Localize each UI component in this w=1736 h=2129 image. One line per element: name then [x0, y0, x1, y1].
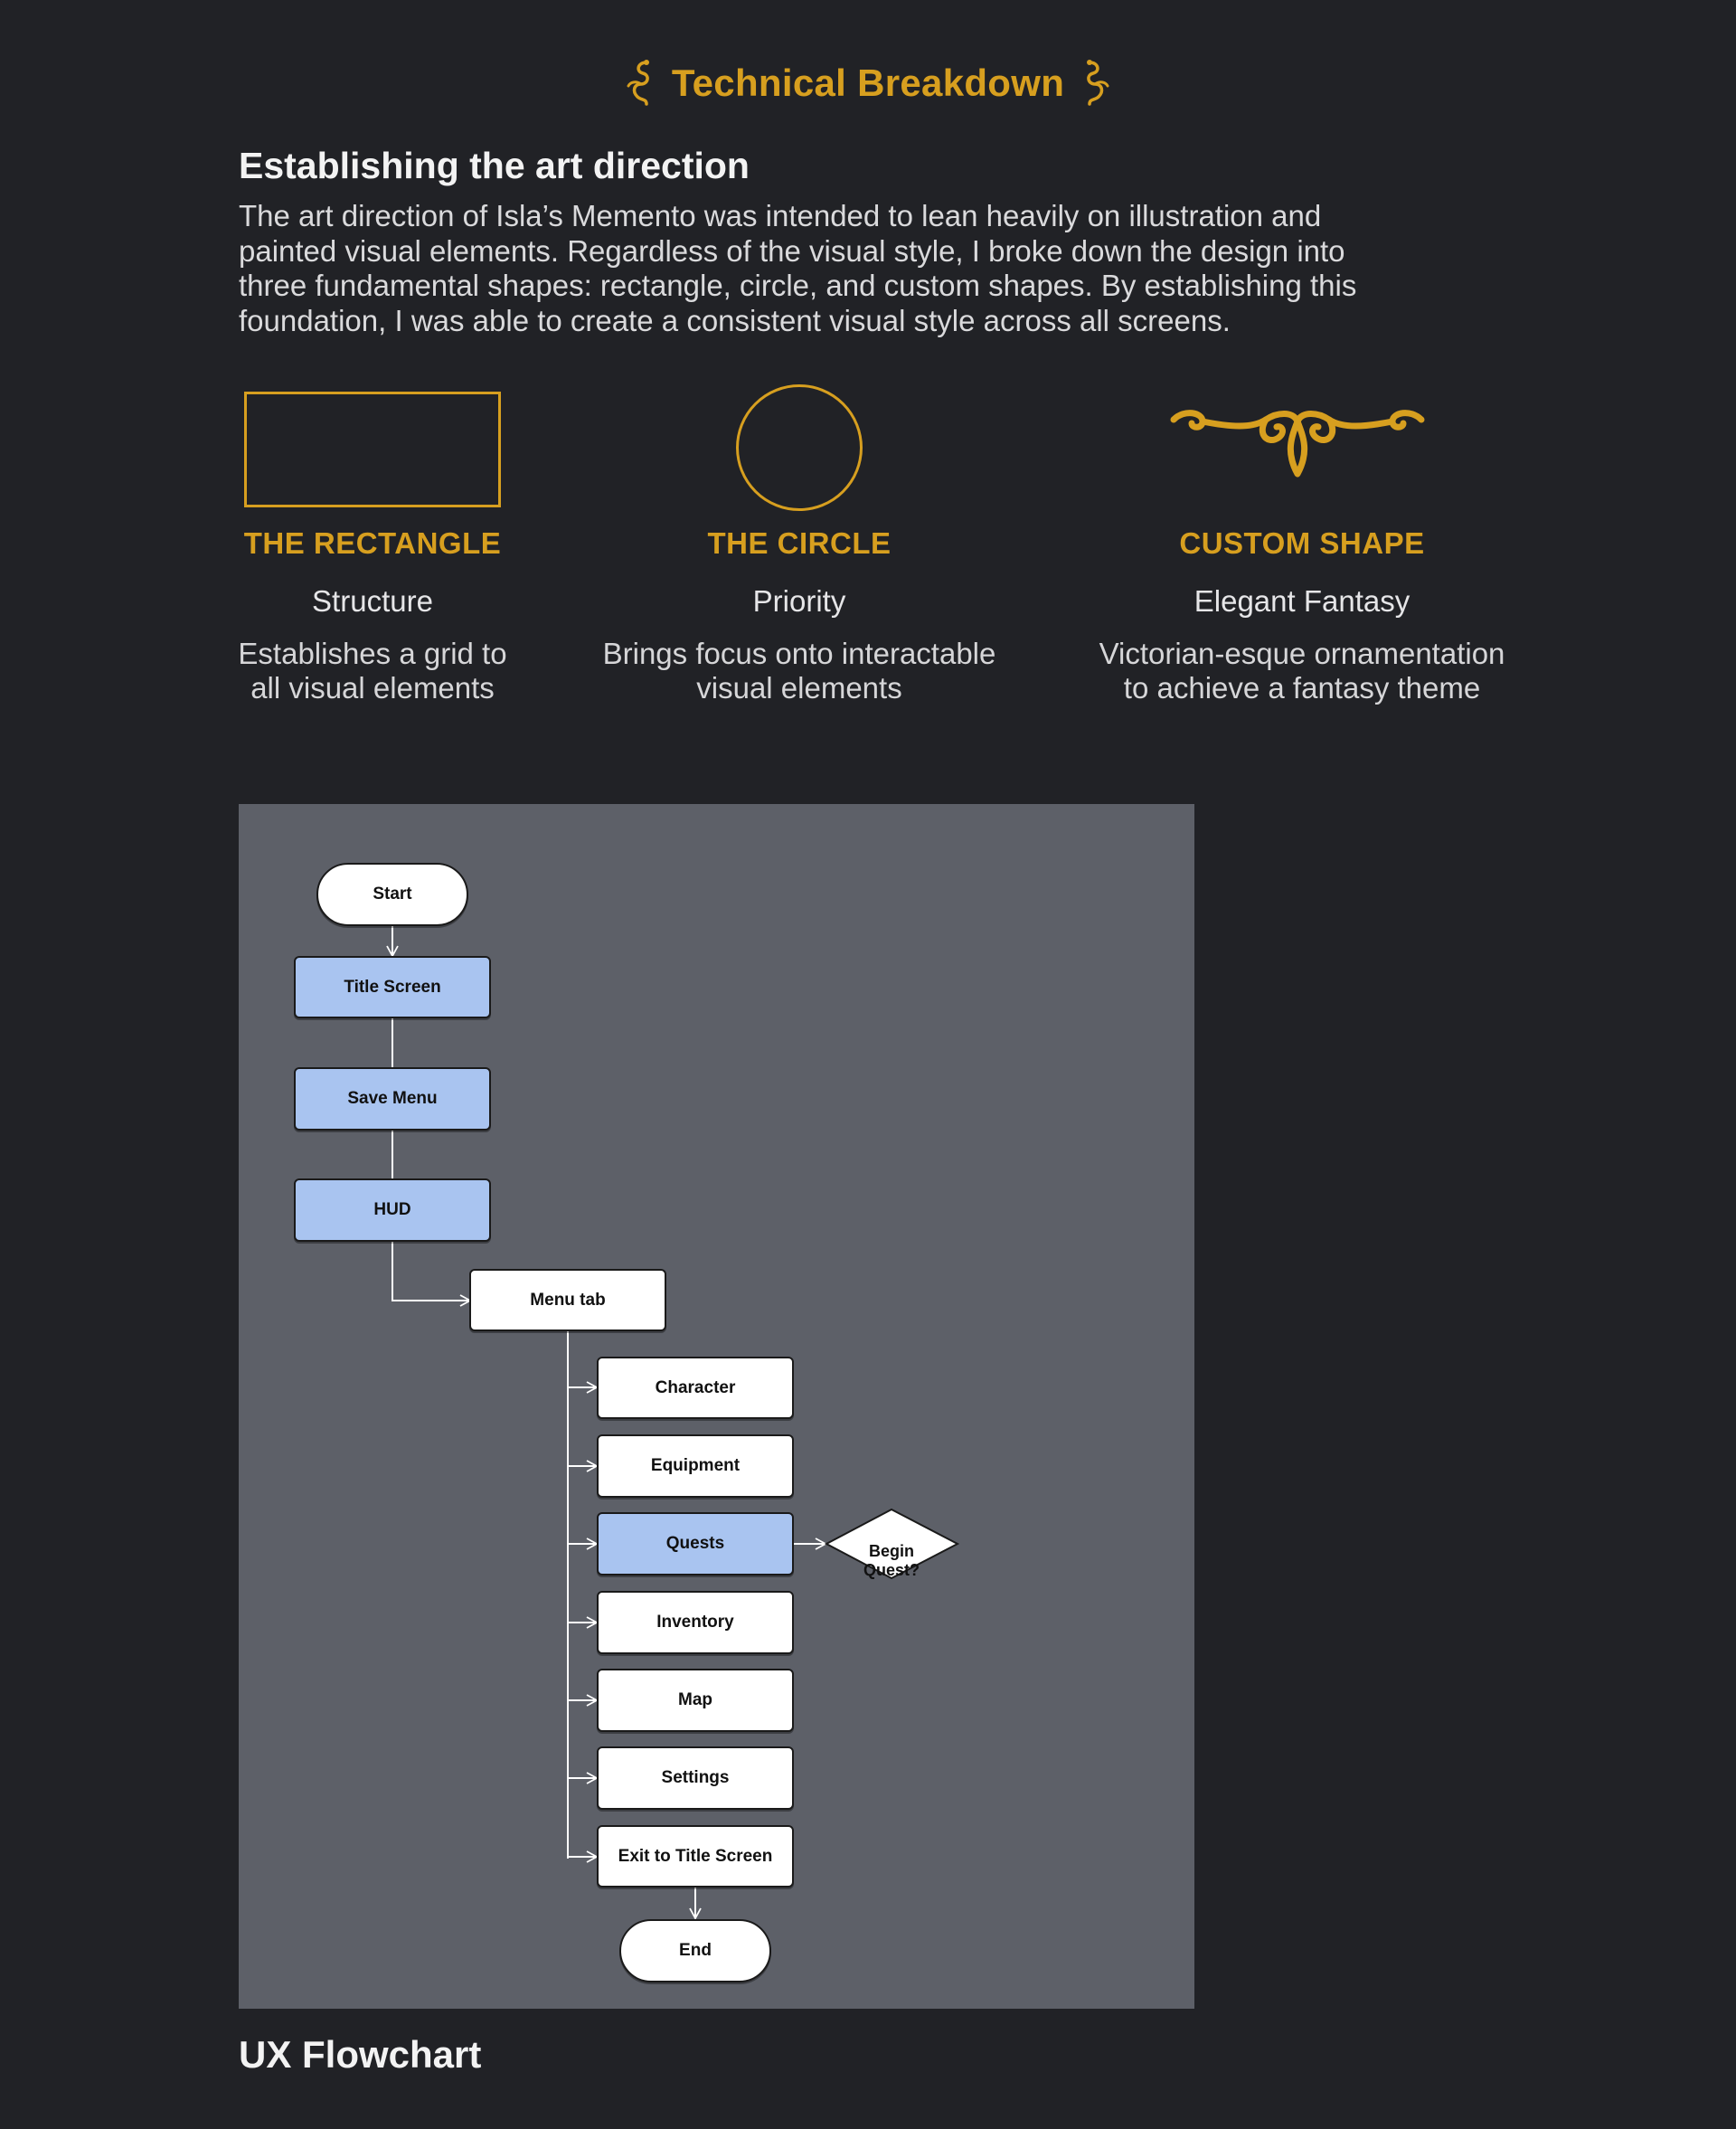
- column-description: Brings focus onto interactable visual el…: [573, 637, 1025, 705]
- node-label: Exit to Title Screen: [618, 1846, 773, 1866]
- custom-shape-column: CUSTOM SHAPE Elegant Fantasy Victorian-e…: [1058, 526, 1546, 705]
- description-line: visual elements: [696, 671, 902, 705]
- column-subtitle: Elegant Fantasy: [1194, 584, 1410, 618]
- intro-line: The art direction of Isla’s Memento was …: [239, 199, 1322, 232]
- section-heading: Establishing the art direction: [239, 145, 750, 186]
- node-label: Save Menu: [347, 1089, 438, 1108]
- column-title: THE CIRCLE: [707, 526, 892, 560]
- decision-label: Begin Quest?: [828, 1523, 955, 1599]
- character-node: Character: [597, 1357, 794, 1419]
- node-label: Character: [655, 1377, 736, 1397]
- rectangle-shape-illustration: [244, 392, 501, 507]
- intro-paragraph: The art direction of Isla’s Memento was …: [239, 199, 1523, 338]
- settings-node: Settings: [597, 1746, 794, 1810]
- map-node: Map: [597, 1669, 794, 1732]
- decision-line: Quest?: [863, 1561, 920, 1579]
- node-label: Equipment: [650, 1456, 741, 1475]
- inventory-node: Inventory: [597, 1591, 794, 1654]
- title-screen-node: Title Screen: [294, 956, 491, 1018]
- header-title: Technical Breakdown: [671, 62, 1065, 104]
- column-title: CUSTOM SHAPE: [1179, 526, 1425, 560]
- column-subtitle: Priority: [752, 584, 846, 618]
- end-node: End: [619, 1919, 771, 1982]
- page-header: Technical Breakdown: [0, 47, 1736, 119]
- column-title: THE RECTANGLE: [243, 526, 502, 560]
- node-label: Start: [373, 885, 412, 904]
- description-line: Brings focus onto interactable: [602, 637, 996, 670]
- flowchart-caption: UX Flowchart: [239, 2033, 482, 2076]
- intro-line: foundation, I was able to create a consi…: [239, 303, 1231, 337]
- node-label: Title Screen: [344, 977, 441, 997]
- description-line: to achieve a fantasy theme: [1123, 671, 1481, 705]
- node-label: Map: [678, 1690, 712, 1709]
- flourish-right-icon: [1087, 60, 1109, 106]
- description-line: all visual elements: [250, 671, 495, 705]
- node-label: Inventory: [656, 1613, 734, 1632]
- start-node: Start: [316, 863, 468, 926]
- rectangle-column: THE RECTANGLE Structure Establishes a gr…: [192, 526, 553, 705]
- node-label: Quests: [665, 1534, 725, 1553]
- quests-node: Quests: [597, 1512, 794, 1575]
- hud-node: HUD: [294, 1178, 491, 1242]
- intro-line: painted visual elements. Regardless of t…: [239, 233, 1345, 268]
- circle-column: THE CIRCLE Priority Brings focus onto in…: [573, 526, 1025, 705]
- ux-flowchart-panel: Start Title Screen Save Menu HUD Menu ta…: [239, 804, 1194, 2009]
- node-label: End: [679, 1941, 712, 1960]
- description-line: Victorian-esque ornamentation: [1099, 637, 1505, 670]
- column-description: Victorian-esque ornamentation to achieve…: [1058, 637, 1546, 705]
- equipment-node: Equipment: [597, 1434, 794, 1498]
- node-label: HUD: [373, 1200, 411, 1219]
- intro-line: three fundamental shapes: rectangle, cir…: [239, 269, 1357, 302]
- save-menu-node: Save Menu: [294, 1067, 491, 1131]
- ornament-shape-illustration: [1170, 410, 1425, 478]
- column-description: Establishes a grid to all visual element…: [192, 637, 553, 705]
- description-line: Establishes a grid to: [238, 637, 507, 670]
- exit-to-title-node: Exit to Title Screen: [597, 1825, 794, 1888]
- node-label: Settings: [661, 1768, 730, 1787]
- column-subtitle: Structure: [312, 584, 433, 618]
- flourish-left-icon: [627, 60, 649, 106]
- circle-shape-illustration: [736, 384, 863, 511]
- decision-line: Begin: [868, 1542, 914, 1560]
- node-label: Menu tab: [530, 1290, 606, 1310]
- menu-tab-node: Menu tab: [469, 1269, 666, 1331]
